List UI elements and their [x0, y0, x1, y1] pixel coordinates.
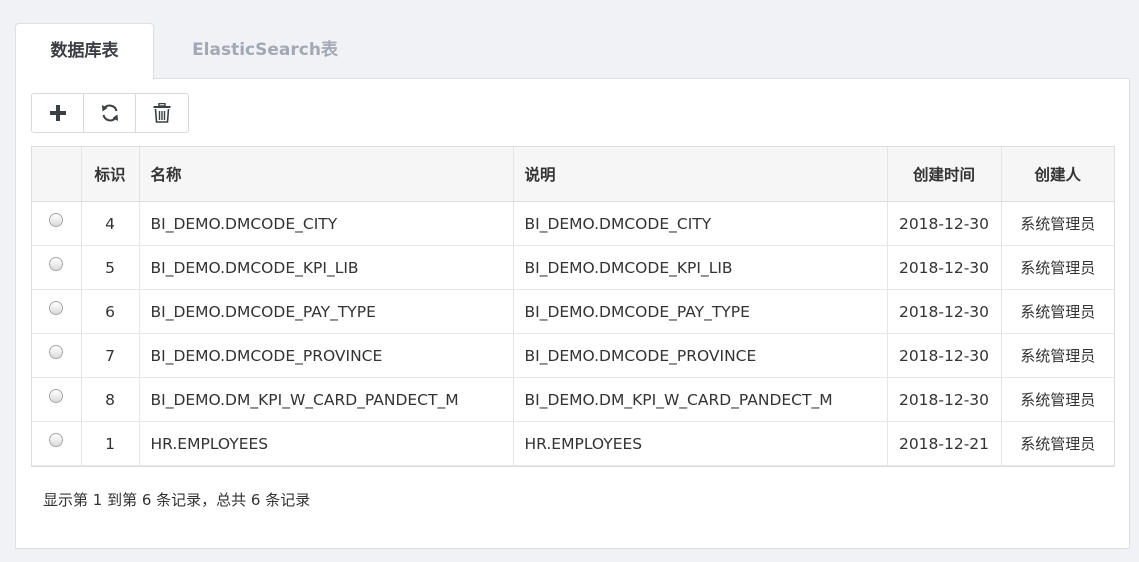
- cell-description: BI_DEMO.DM_KPI_W_CARD_PANDECT_M: [513, 377, 888, 422]
- tab-database-tables[interactable]: 数据库表: [15, 23, 154, 79]
- cell-creator: 系统管理员: [1001, 289, 1114, 334]
- cell-name: BI_DEMO.DMCODE_KPI_LIB: [139, 245, 514, 290]
- row-radio[interactable]: [49, 433, 64, 447]
- cell-creator: 系统管理员: [1001, 201, 1114, 246]
- cell-id: 8: [81, 377, 140, 422]
- refresh-icon: [101, 104, 118, 122]
- row-radio[interactable]: [49, 301, 64, 315]
- cell-id: 1: [81, 421, 140, 466]
- cell-description: BI_DEMO.DMCODE_PAY_TYPE: [513, 289, 888, 334]
- plus-icon: [49, 105, 66, 121]
- table-row[interactable]: 6 BI_DEMO.DMCODE_PAY_TYPE BI_DEMO.DMCODE…: [32, 289, 1114, 334]
- cell-creator: 系统管理员: [1001, 245, 1114, 290]
- table-row[interactable]: 1 HR.EMPLOYEES HR.EMPLOYEES 2018-12-21 系…: [32, 421, 1114, 466]
- row-select-cell: [32, 201, 82, 246]
- row-radio[interactable]: [49, 345, 64, 359]
- cell-creator: 系统管理员: [1001, 333, 1114, 378]
- cell-description: BI_DEMO.DMCODE_KPI_LIB: [513, 245, 888, 290]
- tab-panel: 标识 名称 说明 创建时间 创建人 4 BI_DEMO.DMCODE_CITY …: [15, 78, 1130, 549]
- row-select-cell: [32, 377, 82, 422]
- column-header-description[interactable]: 说明: [513, 147, 888, 202]
- table-row[interactable]: 4 BI_DEMO.DMCODE_CITY BI_DEMO.DMCODE_CIT…: [32, 201, 1114, 246]
- cell-created-time: 2018-12-30: [887, 201, 1002, 246]
- refresh-button[interactable]: [84, 94, 136, 132]
- cell-created-time: 2018-12-21: [887, 421, 1002, 466]
- cell-id: 6: [81, 289, 140, 334]
- table-row[interactable]: 8 BI_DEMO.DM_KPI_W_CARD_PANDECT_M BI_DEM…: [32, 377, 1114, 422]
- cell-name: BI_DEMO.DMCODE_CITY: [139, 201, 514, 246]
- data-table-container: 标识 名称 说明 创建时间 创建人 4 BI_DEMO.DMCODE_CITY …: [31, 146, 1115, 467]
- cell-name: HR.EMPLOYEES: [139, 421, 514, 466]
- pagination-summary: 显示第 1 到第 6 条记录，总共 6 条记录: [43, 491, 311, 509]
- cell-description: HR.EMPLOYEES: [513, 421, 888, 466]
- add-button[interactable]: [32, 94, 84, 132]
- row-select-cell: [32, 289, 82, 334]
- table-header-row: 标识 名称 说明 创建时间 创建人: [32, 147, 1114, 202]
- row-select-cell: [32, 245, 82, 290]
- cell-id: 7: [81, 333, 140, 378]
- cell-created-time: 2018-12-30: [887, 289, 1002, 334]
- cell-creator: 系统管理员: [1001, 421, 1114, 466]
- row-radio[interactable]: [49, 213, 64, 227]
- delete-button[interactable]: [136, 94, 188, 132]
- cell-description: BI_DEMO.DMCODE_PROVINCE: [513, 333, 888, 378]
- cell-creator: 系统管理员: [1001, 377, 1114, 422]
- cell-id: 4: [81, 201, 140, 246]
- toolbar: [31, 93, 189, 133]
- row-radio[interactable]: [49, 389, 64, 403]
- cell-created-time: 2018-12-30: [887, 333, 1002, 378]
- data-table: 标识 名称 说明 创建时间 创建人 4 BI_DEMO.DMCODE_CITY …: [32, 147, 1114, 466]
- cell-created-time: 2018-12-30: [887, 245, 1002, 290]
- row-select-cell: [32, 421, 82, 466]
- cell-name: BI_DEMO.DMCODE_PAY_TYPE: [139, 289, 514, 334]
- row-radio[interactable]: [49, 257, 64, 271]
- row-select-cell: [32, 333, 82, 378]
- tab-bar: 数据库表 ElasticSearch表: [15, 23, 1129, 79]
- cell-name: BI_DEMO.DM_KPI_W_CARD_PANDECT_M: [139, 377, 514, 422]
- column-header-creator[interactable]: 创建人: [1001, 147, 1114, 202]
- table-row[interactable]: 7 BI_DEMO.DMCODE_PROVINCE BI_DEMO.DMCODE…: [32, 333, 1114, 378]
- column-header-id[interactable]: 标识: [81, 147, 140, 202]
- column-header-created-time[interactable]: 创建时间: [887, 147, 1002, 202]
- cell-name: BI_DEMO.DMCODE_PROVINCE: [139, 333, 514, 378]
- column-header-select: [32, 147, 82, 202]
- column-header-name[interactable]: 名称: [139, 147, 514, 202]
- table-row[interactable]: 5 BI_DEMO.DMCODE_KPI_LIB BI_DEMO.DMCODE_…: [32, 245, 1114, 290]
- tab-elasticsearch-tables[interactable]: ElasticSearch表: [175, 23, 355, 79]
- trash-icon: [153, 103, 171, 123]
- cell-description: BI_DEMO.DMCODE_CITY: [513, 201, 888, 246]
- cell-id: 5: [81, 245, 140, 290]
- cell-created-time: 2018-12-30: [887, 377, 1002, 422]
